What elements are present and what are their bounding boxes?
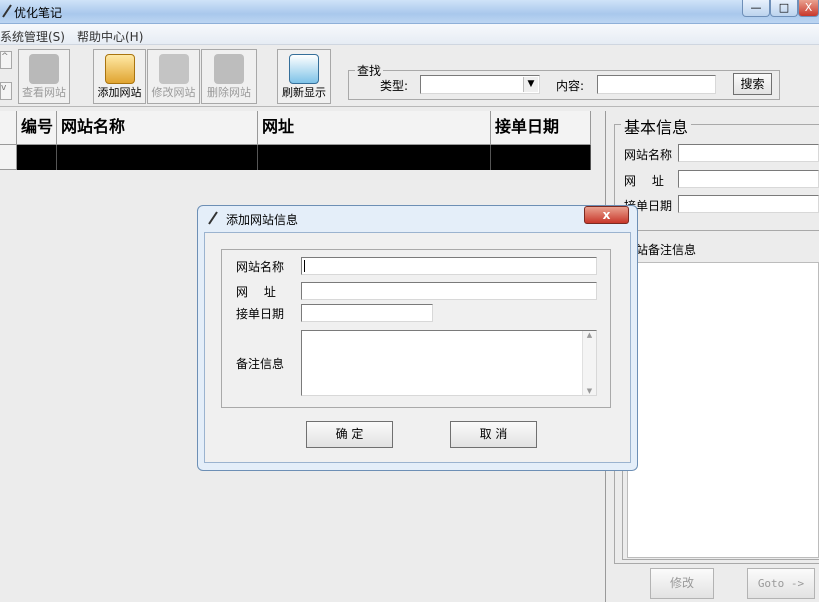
add-site-label: 添加网站 <box>97 86 142 99</box>
refresh-button[interactable]: 刷新显示 <box>277 49 331 104</box>
menu-help[interactable]: 帮助中心(H) <box>77 28 143 45</box>
column-header-id[interactable]: 编号 <box>17 111 57 145</box>
rp-name-label: 网站名称 <box>624 148 673 162</box>
confirm-button[interactable]: 确 定 <box>306 421 393 448</box>
edit-site-button[interactable]: 修改网站 <box>147 49 200 104</box>
column-header-url[interactable]: 网址 <box>258 111 491 145</box>
refresh-label: 刷新显示 <box>282 86 326 99</box>
dialog-date-input[interactable] <box>301 304 433 322</box>
text-caret <box>304 259 305 272</box>
rp-name-field[interactable] <box>678 144 819 162</box>
add-site-button[interactable]: 添加网站 <box>93 49 146 104</box>
chevron-down-icon[interactable]: ▼ <box>523 77 538 92</box>
column-header-date[interactable]: 接单日期 <box>491 111 591 145</box>
type-label: 类型: <box>380 79 409 93</box>
dialog-name-input[interactable] <box>301 257 597 275</box>
rp-note-field[interactable] <box>627 262 819 558</box>
rp-url-label: 网 址 <box>624 174 664 188</box>
dialog-date-label: 接单日期 <box>236 307 285 321</box>
dialog-note-textarea[interactable]: ▲ ▼ <box>301 330 597 396</box>
dialog-url-input[interactable] <box>301 282 597 300</box>
scroll-up-icon[interactable]: ^ <box>0 51 12 69</box>
cancel-button[interactable]: 取 消 <box>450 421 537 448</box>
minimize-button[interactable]: — <box>742 0 770 17</box>
scroll-down-icon[interactable]: v <box>0 82 12 100</box>
basic-info-title: 基本信息 <box>621 114 692 138</box>
edit-button[interactable]: 修改 <box>650 568 714 599</box>
rp-url-field[interactable] <box>678 170 819 188</box>
delete-site-button[interactable]: 删除网站 <box>201 49 257 104</box>
table-row-cell[interactable] <box>258 145 491 170</box>
table-row-cell[interactable] <box>57 145 258 170</box>
window-title: 优化笔记 <box>14 6 63 20</box>
delete-site-label: 删除网站 <box>207 86 251 99</box>
row-selector[interactable] <box>0 145 17 170</box>
rp-note-label: 站备注信息 <box>636 243 697 257</box>
edit-site-icon <box>158 54 189 84</box>
content-input[interactable] <box>597 75 716 94</box>
note-scrollbar[interactable]: ▲ ▼ <box>582 331 596 395</box>
maximize-button[interactable]: □ <box>770 0 798 17</box>
dialog-note-label: 备注信息 <box>236 357 285 371</box>
pen-icon <box>2 4 12 18</box>
grid-row-header <box>0 111 17 145</box>
title-bar <box>0 0 819 24</box>
goto-button[interactable]: Goto -> <box>747 568 815 599</box>
search-button[interactable]: 搜索 <box>733 73 772 95</box>
add-site-icon <box>104 54 135 84</box>
table-row-cell[interactable] <box>491 145 591 170</box>
table-row-cell[interactable] <box>17 145 57 170</box>
dialog-url-label: 网 址 <box>236 285 276 299</box>
dialog-close-button[interactable]: x <box>584 206 629 224</box>
delete-site-icon <box>214 54 244 84</box>
view-site-label: 查看网站 <box>22 86 66 99</box>
search-group-label: 查找 <box>355 62 384 79</box>
rp-date-field[interactable] <box>678 195 819 213</box>
type-select[interactable]: ▼ <box>420 75 540 94</box>
refresh-icon <box>289 54 319 84</box>
scroll-up-arrow-icon[interactable]: ▲ <box>583 331 596 339</box>
edit-site-label: 修改网站 <box>151 86 196 99</box>
dialog-title: 添加网站信息 <box>226 213 299 227</box>
dialog-name-label: 网站名称 <box>236 260 285 274</box>
content-label: 内容: <box>556 79 585 93</box>
pen-icon <box>208 211 218 225</box>
view-site-icon <box>29 54 59 84</box>
scroll-down-arrow-icon[interactable]: ▼ <box>583 387 596 395</box>
window-close-button[interactable]: X <box>798 0 819 17</box>
menu-system[interactable]: 系统管理(S) <box>0 28 65 45</box>
column-header-site-name[interactable]: 网站名称 <box>57 111 258 145</box>
view-site-button[interactable]: 查看网站 <box>18 49 70 104</box>
